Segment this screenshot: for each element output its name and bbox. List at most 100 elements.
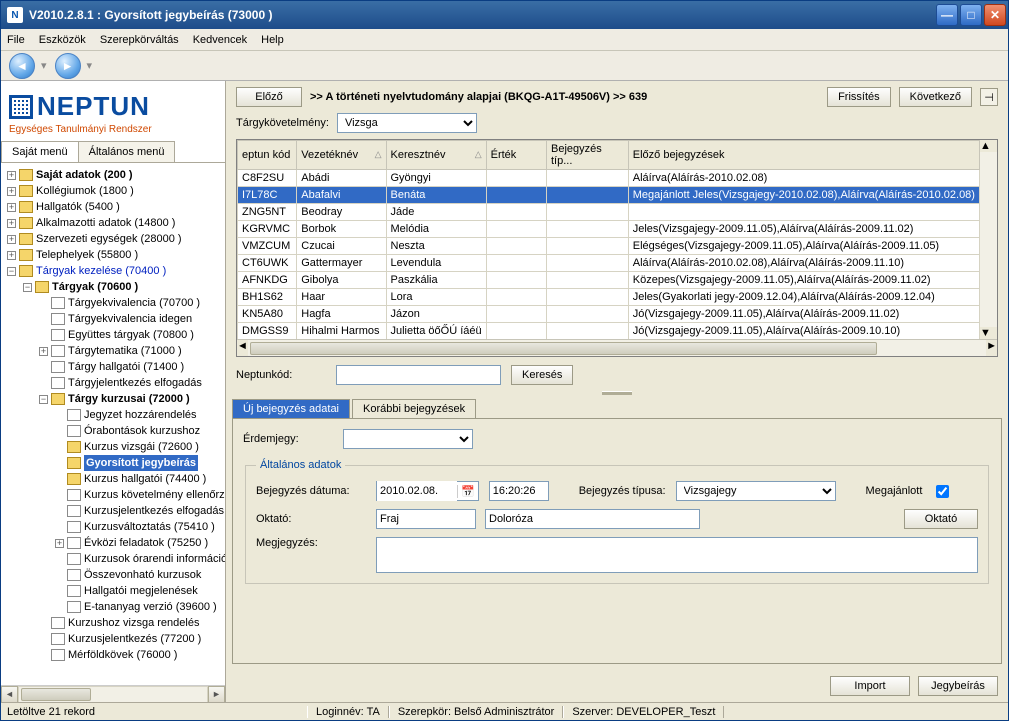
tree-node[interactable]: Tárgyekvivalencia (70700 ) bbox=[3, 295, 225, 311]
teacher-button[interactable]: Oktató bbox=[904, 509, 978, 529]
table-row[interactable]: I7L78CAbafalviBenátaMegajánlott Jeles(Vi… bbox=[238, 187, 980, 204]
nav-back-dropdown[interactable]: ▾ bbox=[41, 59, 47, 72]
collapse-icon[interactable]: − bbox=[7, 267, 16, 276]
tree-node[interactable]: Kurzusjelentkezés (77200 ) bbox=[3, 631, 225, 647]
neptun-code-input[interactable] bbox=[336, 365, 501, 385]
tab-previous-entries[interactable]: Korábbi bejegyzések bbox=[352, 399, 476, 418]
expand-icon[interactable]: + bbox=[7, 187, 16, 196]
tree-node[interactable]: Gyorsított jegybeírás bbox=[3, 455, 225, 471]
collapse-icon[interactable]: − bbox=[23, 283, 32, 292]
expand-icon[interactable]: + bbox=[7, 171, 16, 180]
scroll-right-icon[interactable]: ► bbox=[208, 686, 225, 703]
tree-node[interactable]: Hallgatói megjelenések bbox=[3, 583, 225, 599]
tree-node[interactable]: Kurzus követelmény ellenőrzés bbox=[3, 487, 225, 503]
menu-fav[interactable]: Kedvencek bbox=[193, 34, 247, 46]
expand-icon[interactable]: + bbox=[7, 235, 16, 244]
collapse-icon[interactable]: − bbox=[39, 395, 48, 404]
refresh-button[interactable]: Frissítés bbox=[827, 87, 891, 107]
tree-node[interactable]: +Szervezeti egységek (28000 ) bbox=[3, 231, 225, 247]
table-row[interactable]: KGRVMCBorbokMelódiaJeles(Vizsgajegy-2009… bbox=[238, 221, 980, 238]
prev-button[interactable]: Előző bbox=[236, 87, 302, 107]
column-header[interactable]: Előző bejegyzések bbox=[628, 141, 979, 170]
table-row[interactable]: CT6UWKGattermayerLevendulaAláírva(Aláírá… bbox=[238, 255, 980, 272]
search-button[interactable]: Keresés bbox=[511, 365, 573, 385]
menu-help[interactable]: Help bbox=[261, 34, 284, 46]
table-row[interactable]: DMGSS9Hihalmi HarmosJulietta öőŐÚ íáéüJó… bbox=[238, 323, 980, 340]
recommended-checkbox[interactable] bbox=[936, 485, 949, 498]
table-row[interactable]: KN5A80HagfaJázonJó(Vizsgajegy-2009.11.05… bbox=[238, 306, 980, 323]
entry-time-input[interactable] bbox=[489, 481, 549, 501]
tree-node[interactable]: Kurzushoz vizsga rendelés bbox=[3, 615, 225, 631]
column-header[interactable]: Érték bbox=[486, 141, 546, 170]
maximize-button[interactable]: □ bbox=[960, 4, 982, 26]
menu-tools[interactable]: Eszközök bbox=[39, 34, 86, 46]
teacher-firstname-input[interactable] bbox=[485, 509, 700, 529]
scroll-left-icon[interactable]: ◄ bbox=[237, 340, 248, 356]
grid-v-scrollbar[interactable]: ▲ ▼ bbox=[980, 140, 997, 339]
nav-forward-dropdown[interactable]: ▾ bbox=[87, 59, 93, 72]
sidebar-tab-general[interactable]: Általános menü bbox=[78, 141, 176, 162]
calendar-icon[interactable]: 📅 bbox=[457, 485, 478, 498]
entry-date-input[interactable] bbox=[377, 481, 457, 501]
tree-node[interactable]: +Telephelyek (55800 ) bbox=[3, 247, 225, 263]
tree-node[interactable]: Tárgyekvivalencia idegen bbox=[3, 311, 225, 327]
nav-tree[interactable]: +Saját adatok (200 )+Kollégiumok (1800 )… bbox=[1, 163, 225, 685]
tree-node[interactable]: Összevonható kurzusok bbox=[3, 567, 225, 583]
teacher-lastname-input[interactable] bbox=[376, 509, 476, 529]
tree-node[interactable]: +Kollégiumok (1800 ) bbox=[3, 183, 225, 199]
column-header[interactable]: eptun kód bbox=[238, 141, 297, 170]
minimize-button[interactable]: — bbox=[936, 4, 958, 26]
expand-icon[interactable]: + bbox=[7, 203, 16, 212]
close-button[interactable]: ✕ bbox=[984, 4, 1006, 26]
expand-icon[interactable]: + bbox=[7, 219, 16, 228]
pin-icon[interactable]: ⊣ bbox=[980, 88, 998, 106]
column-header[interactable]: Keresztnév△ bbox=[386, 141, 486, 170]
tab-new-entry[interactable]: Új bejegyzés adatai bbox=[232, 399, 350, 418]
tree-node[interactable]: +Hallgatók (5400 ) bbox=[3, 199, 225, 215]
nav-back-button[interactable]: ◄ bbox=[9, 53, 35, 79]
expand-icon[interactable]: + bbox=[7, 251, 16, 260]
scroll-down-icon[interactable]: ▼ bbox=[980, 327, 997, 339]
splitter-grip[interactable] bbox=[226, 389, 1008, 397]
tree-node[interactable]: +Saját adatok (200 ) bbox=[3, 167, 225, 183]
grade-select[interactable] bbox=[343, 429, 473, 449]
tree-node[interactable]: Mérföldkövek (76000 ) bbox=[3, 647, 225, 663]
write-grade-button[interactable]: Jegybeírás bbox=[918, 676, 998, 696]
scroll-right-icon[interactable]: ► bbox=[986, 340, 997, 356]
next-button[interactable]: Következő bbox=[899, 87, 972, 107]
tree-node[interactable]: +Tárgytematika (71000 ) bbox=[3, 343, 225, 359]
tree-node[interactable]: −Tárgyak kezelése (70400 ) bbox=[3, 263, 225, 279]
tree-node[interactable]: Kurzusváltoztatás (75410 ) bbox=[3, 519, 225, 535]
nav-forward-button[interactable]: ► bbox=[55, 53, 81, 79]
tree-node[interactable]: Együttes tárgyak (70800 ) bbox=[3, 327, 225, 343]
tree-node[interactable]: Kurzusok órarendi információi bbox=[3, 551, 225, 567]
sidebar-tab-own[interactable]: Saját menü bbox=[1, 141, 79, 162]
tree-node[interactable]: Órabontások kurzushoz bbox=[3, 423, 225, 439]
import-button[interactable]: Import bbox=[830, 676, 910, 696]
entry-type-select[interactable]: Vizsgajegy bbox=[676, 481, 836, 501]
tree-node[interactable]: E-tananyag verzió (39600 ) bbox=[3, 599, 225, 615]
menu-file[interactable]: File bbox=[7, 34, 25, 46]
tree-node[interactable]: +Évközi feladatok (75250 ) bbox=[3, 535, 225, 551]
note-textarea[interactable] bbox=[376, 537, 978, 573]
tree-node[interactable]: −Tárgyak (70600 ) bbox=[3, 279, 225, 295]
column-header[interactable]: Bejegyzés típ... bbox=[547, 141, 629, 170]
grid-h-scrollbar[interactable]: ◄ ► bbox=[237, 339, 997, 356]
expand-icon[interactable]: + bbox=[39, 347, 48, 356]
scroll-thumb[interactable] bbox=[250, 342, 877, 355]
scroll-left-icon[interactable]: ◄ bbox=[1, 686, 18, 703]
requirement-select[interactable]: Vizsga bbox=[337, 113, 477, 133]
scroll-thumb[interactable] bbox=[21, 688, 91, 701]
table-row[interactable]: BH1S62HaarLoraJeles(Gyakorlati jegy-2009… bbox=[238, 289, 980, 306]
scroll-up-icon[interactable]: ▲ bbox=[980, 140, 997, 152]
tree-node[interactable]: Kurzus vizsgái (72600 ) bbox=[3, 439, 225, 455]
tree-node[interactable]: +Alkalmazotti adatok (14800 ) bbox=[3, 215, 225, 231]
tree-node[interactable]: Tárgy hallgatói (71400 ) bbox=[3, 359, 225, 375]
table-row[interactable]: VMZCUMCzucaiNesztaElégséges(Vizsgajegy-2… bbox=[238, 238, 980, 255]
sidebar-h-scrollbar[interactable]: ◄ ► bbox=[1, 685, 225, 702]
table-row[interactable]: C8F2SUAbádiGyöngyiAláírva(Aláírás-2010.0… bbox=[238, 170, 980, 187]
tree-node[interactable]: Jegyzet hozzárendelés bbox=[3, 407, 225, 423]
table-row[interactable]: ZNG5NTBeodrayJáde bbox=[238, 204, 980, 221]
tree-node[interactable]: −Tárgy kurzusai (72000 ) bbox=[3, 391, 225, 407]
tree-node[interactable]: Kurzus hallgatói (74400 ) bbox=[3, 471, 225, 487]
